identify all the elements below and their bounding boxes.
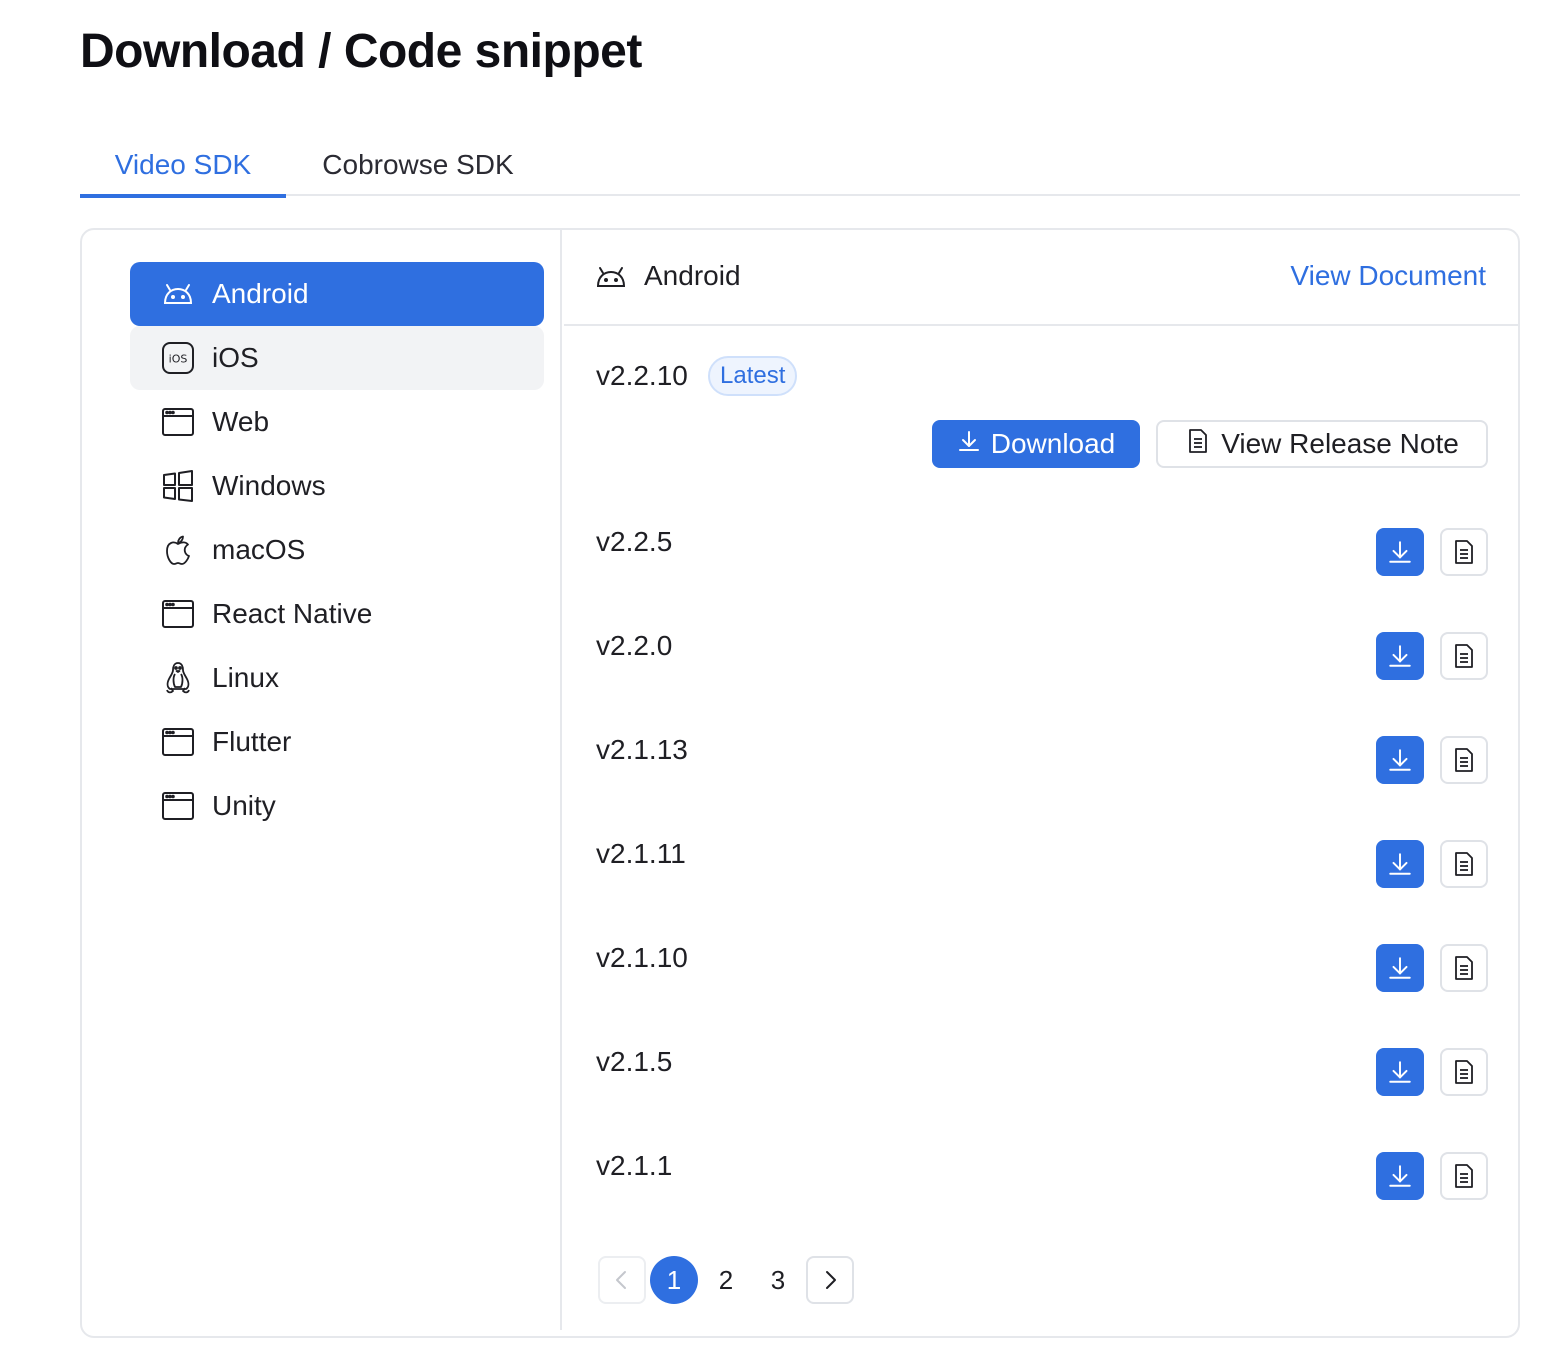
- download-panel: Android iOS iOS Web Windows macOS React …: [80, 228, 1520, 1338]
- download-version-button[interactable]: [1376, 736, 1424, 784]
- release-note-button[interactable]: [1440, 840, 1488, 888]
- sidebar-item-label: macOS: [212, 534, 306, 565]
- version-row: v2.1.11: [596, 838, 1488, 888]
- download-version-button[interactable]: [1376, 632, 1424, 680]
- sidebar-item-label: Unity: [212, 790, 276, 821]
- browser-window-icon: [160, 596, 196, 632]
- release-note-button[interactable]: [1440, 944, 1488, 992]
- android-icon: [160, 276, 196, 312]
- version-label: v2.1.1: [596, 1150, 673, 1181]
- svg-text:iOS: iOS: [169, 353, 188, 366]
- version-label: v2.1.10: [596, 942, 688, 973]
- document-icon: [1185, 428, 1221, 461]
- download-version-button[interactable]: [1376, 528, 1424, 576]
- document-icon: [1455, 748, 1473, 772]
- download-version-button[interactable]: [1376, 944, 1424, 992]
- version-label: v2.1.5: [596, 1046, 673, 1077]
- download-icon: [1389, 1061, 1411, 1083]
- sidebar-item-macos[interactable]: macOS: [130, 518, 544, 582]
- sidebar-item-flutter[interactable]: Flutter: [130, 710, 544, 774]
- page-1-button[interactable]: 1: [650, 1256, 698, 1304]
- apple-icon: [160, 532, 196, 568]
- document-icon: [1455, 852, 1473, 876]
- sidebar-item-web[interactable]: Web: [130, 390, 544, 454]
- prev-page-button[interactable]: [598, 1256, 646, 1304]
- document-icon: [1455, 956, 1473, 980]
- browser-window-icon: [160, 724, 196, 760]
- download-icon: [957, 428, 991, 460]
- chevron-left-icon: [616, 1271, 626, 1289]
- document-icon: [1455, 644, 1473, 668]
- tab-video-sdk[interactable]: Video SDK: [80, 134, 286, 198]
- version-row: v2.1.10: [596, 942, 1488, 992]
- sidebar-item-android[interactable]: Android: [130, 262, 544, 326]
- sidebar-item-label: Android: [212, 278, 309, 309]
- version-row: v2.1.5: [596, 1046, 1488, 1096]
- release-note-button[interactable]: [1440, 528, 1488, 576]
- view-release-note-button[interactable]: View Release Note: [1156, 420, 1488, 468]
- platform-title: Android: [644, 260, 741, 291]
- version-list-panel: Android View Document v2.2.10 Latest Dow…: [564, 230, 1520, 1336]
- ios-icon: iOS: [160, 340, 196, 376]
- sidebar-item-label: iOS: [212, 342, 259, 373]
- document-icon: [1455, 1164, 1473, 1188]
- download-version-button[interactable]: [1376, 1048, 1424, 1096]
- release-note-button[interactable]: [1440, 736, 1488, 784]
- document-icon: [1455, 1060, 1473, 1084]
- pagination: 1 2 3: [598, 1256, 1018, 1304]
- chevron-right-icon: [826, 1271, 836, 1289]
- release-note-button[interactable]: [1440, 1048, 1488, 1096]
- sidebar-item-label: Flutter: [212, 726, 292, 757]
- android-icon: [594, 260, 630, 296]
- version-row: v2.2.0: [596, 630, 1488, 680]
- view-release-note-label: View Release Note: [1221, 428, 1459, 459]
- download-version-button[interactable]: [1376, 840, 1424, 888]
- browser-window-icon: [160, 404, 196, 440]
- sidebar-item-ios[interactable]: iOS iOS: [130, 326, 544, 390]
- browser-window-icon: [160, 788, 196, 824]
- page-2-button[interactable]: 2: [702, 1256, 750, 1304]
- sdk-tabs: Video SDK Cobrowse SDK: [80, 134, 1520, 198]
- view-document-link[interactable]: View Document: [1290, 260, 1486, 292]
- version-row: v2.1.1: [596, 1150, 1488, 1200]
- download-icon: [1389, 957, 1411, 979]
- linux-icon: [160, 660, 196, 696]
- version-label: v2.2.0: [596, 630, 673, 661]
- sidebar-item-windows[interactable]: Windows: [130, 454, 544, 518]
- download-button-label: Download: [990, 428, 1116, 459]
- download-icon: [1389, 645, 1411, 667]
- sidebar-item-label: React Native: [212, 598, 373, 629]
- release-note-button[interactable]: [1440, 632, 1488, 680]
- version-label: v2.1.13: [596, 734, 688, 765]
- sidebar-item-react-native[interactable]: React Native: [130, 582, 544, 646]
- windows-icon: [160, 468, 196, 504]
- download-icon: [1389, 749, 1411, 771]
- latest-version-label: v2.2.10: [596, 360, 688, 391]
- release-note-button[interactable]: [1440, 1152, 1488, 1200]
- download-icon: [1389, 853, 1411, 875]
- next-page-button[interactable]: [806, 1256, 854, 1304]
- document-icon: [1455, 540, 1473, 564]
- download-button[interactable]: Download: [932, 420, 1140, 468]
- sidebar-item-label: Web: [212, 406, 270, 437]
- download-icon: [1389, 541, 1411, 563]
- platform-sidebar: Android iOS iOS Web Windows macOS React …: [82, 230, 562, 1330]
- sidebar-item-label: Linux: [212, 662, 279, 693]
- download-icon: [1389, 1165, 1411, 1187]
- download-version-button[interactable]: [1376, 1152, 1424, 1200]
- tab-cobrowse-sdk[interactable]: Cobrowse SDK: [318, 134, 518, 196]
- page-title: Download / Code snippet: [80, 25, 642, 78]
- version-row: v2.2.5: [596, 526, 1488, 576]
- sidebar-item-label: Windows: [212, 470, 326, 501]
- platform-header: Android View Document: [564, 230, 1520, 326]
- sidebar-item-linux[interactable]: Linux: [130, 646, 544, 710]
- latest-badge: Latest: [708, 356, 798, 396]
- sidebar-item-unity[interactable]: Unity: [130, 774, 544, 838]
- version-label: v2.1.11: [596, 838, 686, 869]
- version-row: v2.1.13: [596, 734, 1488, 784]
- page-3-button[interactable]: 3: [754, 1256, 802, 1304]
- version-label: v2.2.5: [596, 526, 673, 557]
